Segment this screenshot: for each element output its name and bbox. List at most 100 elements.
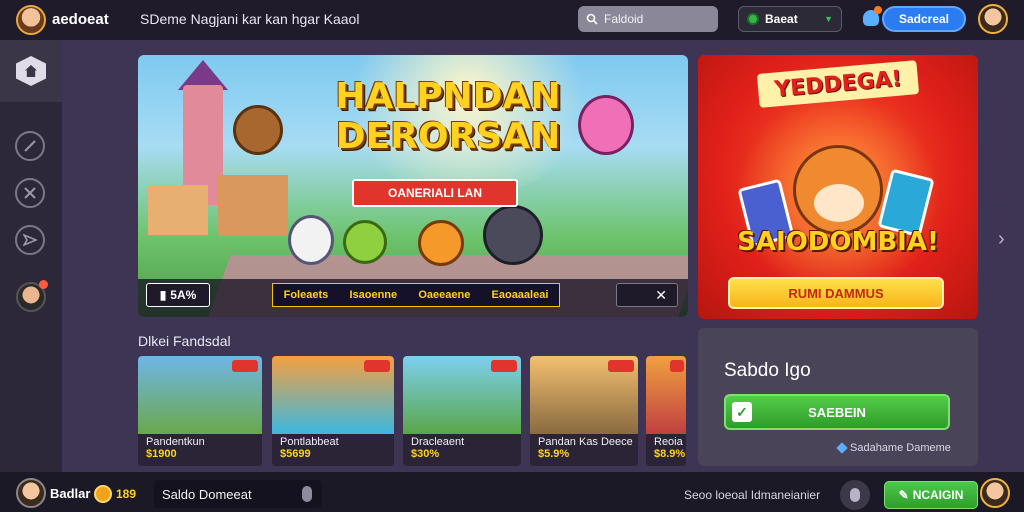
chevron-right-icon[interactable]: › bbox=[998, 228, 1005, 251]
hero-character-frog bbox=[343, 220, 387, 264]
profile-avatar[interactable] bbox=[980, 478, 1010, 508]
game-price: $5699 bbox=[280, 448, 311, 460]
balance-button-label: SAEBEIN bbox=[808, 404, 866, 420]
game-thumbnail bbox=[530, 356, 638, 434]
section-title: Dlkei Fandsdal bbox=[138, 333, 231, 349]
balance-button[interactable]: ✓ SAEBEIN bbox=[724, 394, 950, 430]
search-icon bbox=[586, 13, 598, 25]
hot-badge bbox=[670, 360, 684, 372]
search-box[interactable] bbox=[578, 6, 718, 32]
game-name: Pandan Kas Deece bbox=[538, 436, 633, 448]
ticker-item: Isaoenne bbox=[349, 289, 398, 301]
game-name: Dracleaent bbox=[411, 436, 465, 448]
sidebar-friend-avatar[interactable] bbox=[16, 280, 48, 312]
hot-badge bbox=[608, 360, 634, 372]
notification-dot bbox=[874, 6, 882, 14]
logo-avatar[interactable] bbox=[16, 5, 46, 35]
hero-ribbon[interactable]: OANERIALI LAN bbox=[352, 179, 518, 207]
language-select[interactable]: Baeat ▼ bbox=[738, 6, 842, 32]
game-thumbnail bbox=[138, 356, 262, 434]
hero-close-button[interactable]: ✕ bbox=[616, 283, 678, 307]
hero-badge-text: 5A% bbox=[170, 288, 197, 302]
game-card[interactable]: Reoia $8.9% bbox=[646, 356, 686, 466]
coin-icon bbox=[94, 485, 112, 503]
home-icon bbox=[16, 56, 46, 86]
game-card[interactable]: Pandentkun $1900 bbox=[138, 356, 262, 466]
top-primary-button[interactable]: Sadcreal bbox=[882, 6, 966, 32]
diamond-icon bbox=[836, 442, 848, 454]
microphone-icon bbox=[850, 488, 860, 502]
close-icon: ✕ bbox=[655, 286, 667, 303]
balance-note-text: Sadahame Dameme bbox=[850, 442, 951, 454]
user-avatar[interactable] bbox=[978, 4, 1008, 34]
globe-icon bbox=[747, 13, 759, 25]
check-icon: ✓ bbox=[732, 402, 752, 422]
header-tagline: SDeme Nagjani kar kan hgar Kaaol bbox=[140, 11, 360, 27]
promo-fox-mascot bbox=[793, 145, 883, 235]
game-price: $8.9% bbox=[654, 448, 686, 460]
game-price: $1900 bbox=[146, 448, 177, 460]
hero-banner[interactable]: HALPNDAN DERORSAN OANERIALI LAN ▮ 5A% Fo… bbox=[138, 55, 688, 317]
hero-ticker: Foleaets Isaoenne Oaeeaene Eaoaaaleai bbox=[272, 283, 560, 307]
footer-action-button[interactable]: ✎ NCAIGIN bbox=[884, 481, 978, 509]
game-name: Pontlabbeat bbox=[280, 436, 339, 448]
game-price: $30% bbox=[411, 448, 440, 460]
chevron-down-icon: ▼ bbox=[824, 14, 833, 24]
search-input[interactable] bbox=[604, 12, 704, 26]
game-thumbnail bbox=[272, 356, 394, 434]
player-avatar[interactable] bbox=[16, 478, 46, 508]
chat-input[interactable] bbox=[162, 486, 282, 502]
sidebar-item-compass[interactable] bbox=[15, 131, 45, 161]
ticker-item: Eaoaaaleai bbox=[491, 289, 549, 301]
hot-badge bbox=[232, 360, 258, 372]
hero-house bbox=[148, 185, 208, 235]
sidebar bbox=[0, 40, 62, 472]
hero-character-pink-cat bbox=[578, 95, 634, 155]
hero-character-lion bbox=[418, 220, 464, 266]
game-card[interactable]: Dracleaent $30% bbox=[403, 356, 521, 466]
notification-button[interactable] bbox=[860, 6, 882, 28]
ticker-item: Foleaets bbox=[283, 289, 329, 301]
hero-character-cat bbox=[288, 215, 334, 265]
send-icon bbox=[23, 233, 37, 247]
crossed-swords-icon bbox=[24, 187, 36, 199]
game-thumbnail bbox=[646, 356, 686, 434]
hero-character-bear bbox=[233, 105, 283, 155]
hero-title-line-1: HALPNDAN bbox=[335, 76, 561, 117]
sidebar-item-home[interactable] bbox=[0, 40, 62, 102]
game-name: Pandentkun bbox=[146, 436, 205, 448]
pencil-icon: ✎ bbox=[898, 488, 909, 502]
logo-text[interactable]: aedoeat bbox=[52, 11, 109, 28]
hero-character-wolf bbox=[483, 205, 543, 265]
hot-badge bbox=[491, 360, 517, 372]
hot-badge bbox=[364, 360, 390, 372]
game-name: Reoia bbox=[654, 436, 683, 448]
balance-note[interactable]: Sadahame Dameme bbox=[836, 442, 951, 454]
game-thumbnail bbox=[403, 356, 521, 434]
sidebar-item-send[interactable] bbox=[15, 225, 45, 255]
player-name: Badlar bbox=[50, 486, 91, 501]
promo-card[interactable]: YEDDEGA! SAIODOMBIA! RUMI DAMMUS bbox=[698, 55, 978, 319]
game-price: $5.9% bbox=[538, 448, 570, 460]
hero-discount-badge[interactable]: ▮ 5A% bbox=[146, 283, 210, 307]
chat-input-box[interactable] bbox=[154, 480, 322, 508]
tag-icon: ▮ bbox=[159, 288, 167, 302]
voice-button[interactable] bbox=[840, 480, 870, 510]
coin-count: 189 bbox=[116, 487, 137, 501]
sidebar-item-battle[interactable] bbox=[15, 178, 45, 208]
compass-icon bbox=[24, 140, 36, 152]
game-card[interactable]: Pandan Kas Deece $5.9% bbox=[530, 356, 638, 466]
ticker-item: Oaeeaene bbox=[418, 289, 471, 301]
hero-house bbox=[218, 175, 288, 235]
balance-title: Sabdo Igo bbox=[724, 360, 811, 381]
hero-title: HALPNDAN DERORSAN bbox=[318, 77, 578, 157]
promo-subtitle: SAIODOMBIA! bbox=[737, 227, 939, 257]
promo-button[interactable]: RUMI DAMMUS bbox=[728, 277, 944, 309]
status-badge bbox=[39, 280, 48, 289]
hero-title-line-2: DERORSAN bbox=[335, 116, 561, 157]
language-select-value: Baeat bbox=[765, 12, 798, 26]
microphone-icon[interactable] bbox=[302, 486, 312, 502]
footer-status: Seoo loeoal Idmaneianier bbox=[684, 488, 821, 502]
footer-button-label: NCAIGIN bbox=[912, 488, 964, 502]
game-card[interactable]: Pontlabbeat $5699 bbox=[272, 356, 394, 466]
